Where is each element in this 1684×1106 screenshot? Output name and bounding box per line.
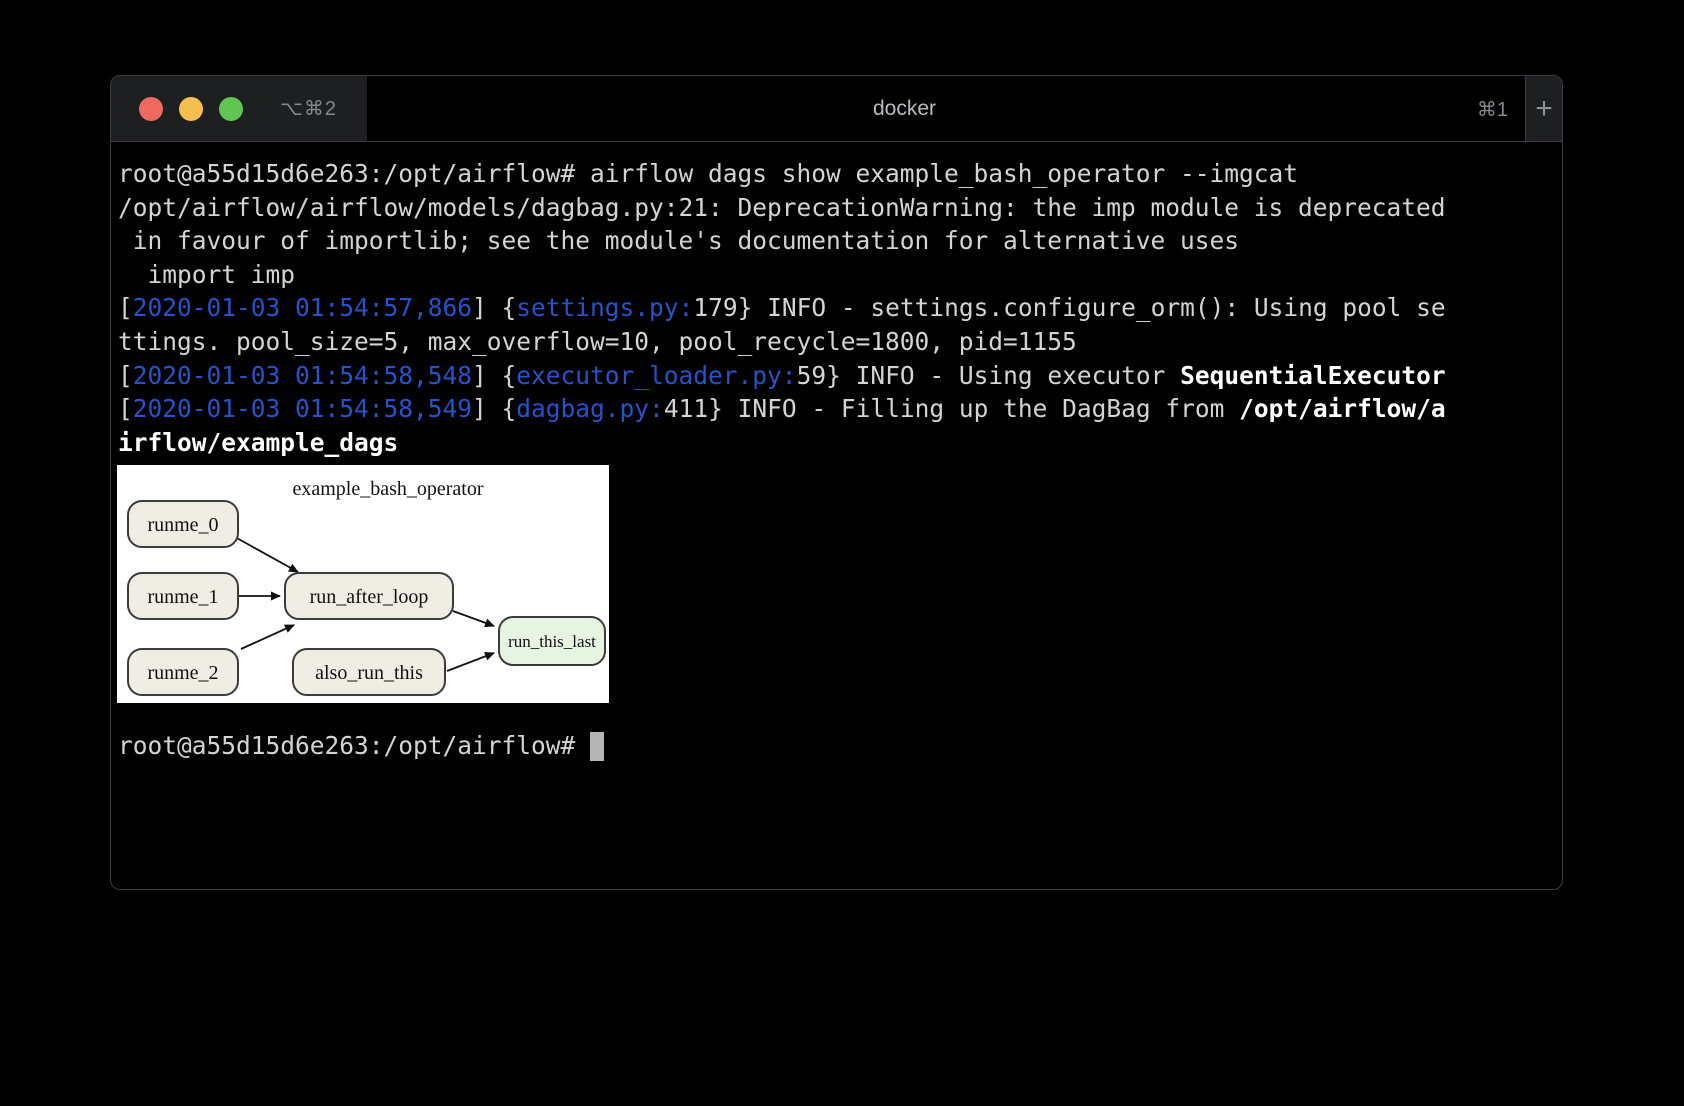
dag-graph-image: example_bash_operator runme_0 runme_1 ru… xyxy=(117,465,609,703)
svg-text:also_run_this: also_run_this xyxy=(315,662,423,684)
prompt-row: root@a55d15d6e263:/opt/airflow# xyxy=(118,729,1554,763)
tab-left-panel: ⌥⌘2 xyxy=(111,76,367,141)
terminal-line: import imp xyxy=(118,258,1554,292)
svg-text:run_after_loop: run_after_loop xyxy=(310,586,429,608)
terminal-line: ttings. pool_size=5, max_overflow=10, po… xyxy=(118,325,1554,359)
new-tab-button[interactable]: + xyxy=(1525,76,1562,141)
terminal-cursor xyxy=(590,732,604,761)
terminal-window: ⌥⌘2 docker ⌘1 + root@a55d15d6e263:/opt/a… xyxy=(110,75,1563,890)
zoom-button[interactable] xyxy=(219,97,243,121)
dag-node-run_this_last: run_this_last xyxy=(499,617,605,665)
terminal-screen[interactable]: root@a55d15d6e263:/opt/airflow# airflow … xyxy=(111,142,1562,763)
terminal-output: root@a55d15d6e263:/opt/airflow# airflow … xyxy=(118,157,1554,459)
svg-text:run_this_last: run_this_last xyxy=(508,632,596,651)
terminal-line: [2020-01-03 01:54:58,548] {executor_load… xyxy=(118,359,1554,393)
svg-text:runme_1: runme_1 xyxy=(147,586,218,608)
svg-text:runme_0: runme_0 xyxy=(147,514,218,536)
tab-shortcut-1-label: ⌘1 xyxy=(1477,76,1508,142)
terminal-line: [2020-01-03 01:54:58,549] {dagbag.py:411… xyxy=(118,392,1554,426)
dag-node-also_run_this: also_run_this xyxy=(293,649,445,695)
dag-title: example_bash_operator xyxy=(292,478,483,500)
dag-node-runme_0: runme_0 xyxy=(128,501,238,547)
dag-node-run_after_loop: run_after_loop xyxy=(285,573,453,619)
tab-shortcut-2-label: ⌥⌘2 xyxy=(280,96,337,121)
close-button[interactable] xyxy=(139,97,163,121)
dag-node-runme_1: runme_1 xyxy=(128,573,238,619)
terminal-line: [2020-01-03 01:54:57,866] {settings.py:1… xyxy=(118,291,1554,325)
tab-bar: ⌥⌘2 docker ⌘1 + xyxy=(111,76,1562,142)
dag-node-runme_2: runme_2 xyxy=(128,649,238,695)
svg-text:runme_2: runme_2 xyxy=(147,662,218,684)
tab-docker[interactable] xyxy=(367,76,1525,141)
terminal-line: in favour of importlib; see the module's… xyxy=(118,224,1554,258)
minimize-button[interactable] xyxy=(179,97,203,121)
traffic-lights xyxy=(111,97,243,121)
terminal-line: irflow/example_dags xyxy=(118,426,1554,460)
terminal-line: /opt/airflow/airflow/models/dagbag.py:21… xyxy=(118,191,1554,225)
terminal-line: root@a55d15d6e263:/opt/airflow# airflow … xyxy=(118,157,1554,191)
prompt-text: root@a55d15d6e263:/opt/airflow# xyxy=(118,729,590,763)
